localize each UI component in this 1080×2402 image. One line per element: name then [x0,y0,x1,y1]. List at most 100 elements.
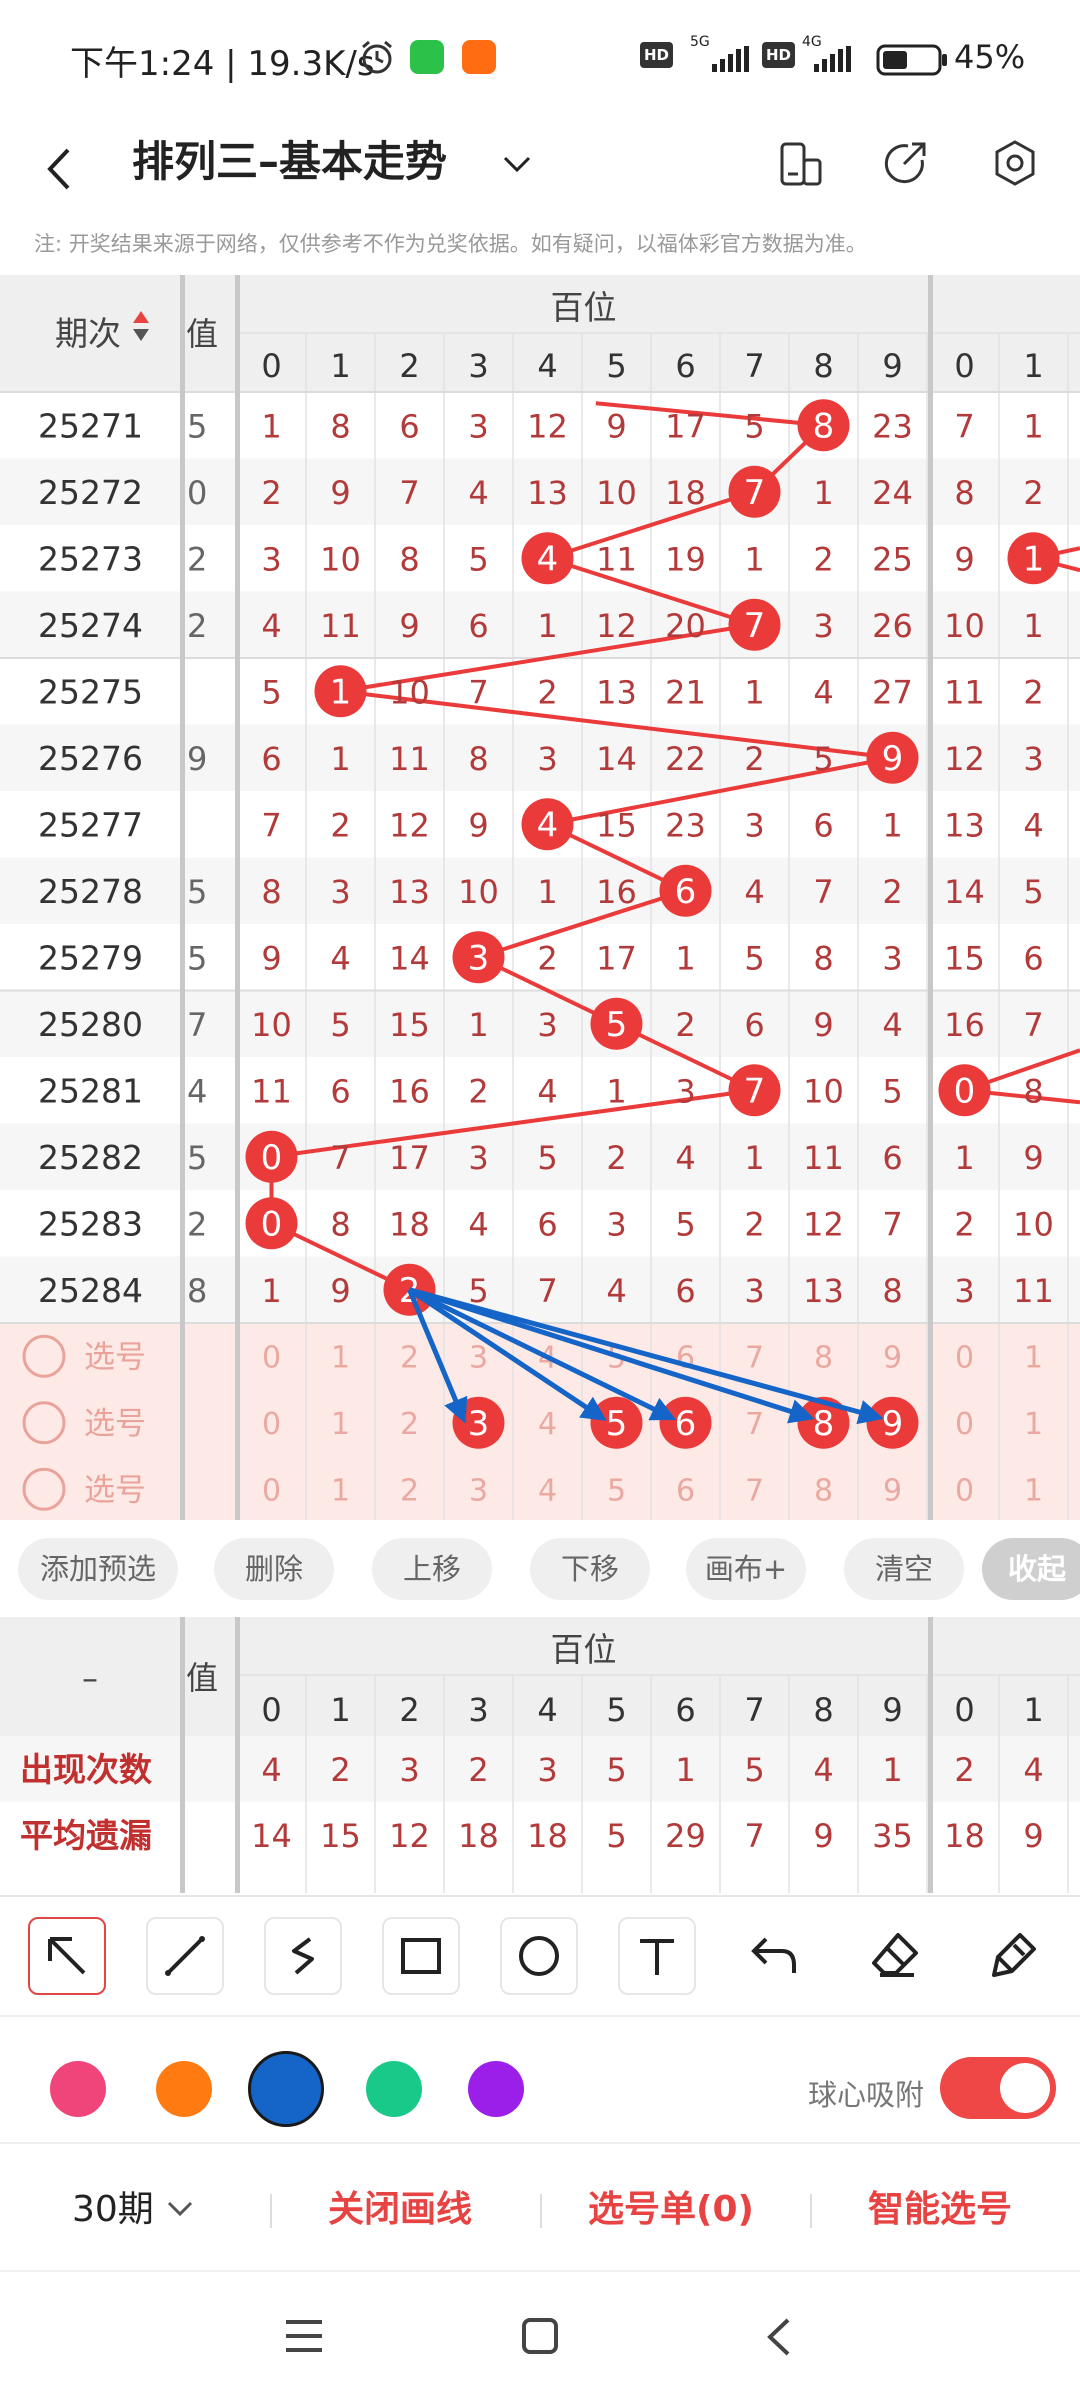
stats-digit-header: 5 [606,1691,626,1729]
menu-icon[interactable] [282,2316,326,2356]
omission-cell: 8 [330,1205,350,1243]
circle-tool-button[interactable] [500,1917,578,1995]
stats-cell: 2 [954,1751,974,1789]
omission-cell: 11 [803,1139,844,1177]
pick-digit[interactable]: 0 [955,1473,974,1508]
pick-digit[interactable]: 0 [262,1407,281,1442]
clear-button[interactable]: 清空 [844,1538,964,1600]
pick-row-label[interactable]: 选号 [84,1339,146,1375]
trend-chart[interactable]: 期次值百位01234567890125271518631291758237125… [0,275,1080,1520]
pick-row-label[interactable]: 选号 [84,1472,146,1508]
omission-cell: 7 [813,873,833,911]
omission-cell: 2 [1023,673,1043,711]
pick-digit[interactable]: 1 [1024,1473,1043,1508]
color-orange[interactable] [156,2061,212,2117]
column-divider [928,1617,933,1893]
smart-pick-button[interactable]: 智能选号 [868,2180,1012,2232]
home-icon[interactable] [520,2316,560,2356]
pick-digit[interactable]: 7 [745,1407,764,1442]
pick-digit[interactable]: 6 [676,1340,695,1375]
pick-digit[interactable]: 3 [469,1340,488,1375]
color-blue-selected[interactable] [248,2051,324,2127]
pick-digit[interactable]: 2 [400,1473,419,1508]
pick-digit[interactable]: 4 [538,1473,557,1508]
color-pink[interactable] [50,2061,106,2117]
pick-digit[interactable]: 6 [676,1473,695,1508]
omission-cell: 9 [606,407,626,445]
pick-digit[interactable]: 4 [538,1407,557,1442]
column-divider [235,275,240,1520]
issue-number: 25277 [38,805,143,844]
value-cell: 2 [187,607,207,645]
settings-icon[interactable] [990,138,1040,188]
pick-digit[interactable]: 9 [883,1473,902,1508]
stats-group-header: 百位 [551,1630,617,1669]
omission-cell: 2 [675,1006,695,1044]
pick-digit[interactable]: 5 [607,1473,626,1508]
period-chevron-icon[interactable] [166,2200,194,2218]
omission-cell: 18 [665,474,706,512]
pick-digit[interactable]: 1 [331,1407,350,1442]
pick-digit[interactable]: 8 [814,1340,833,1375]
omission-cell: 4 [330,939,350,977]
line-tool-icon [162,1933,208,1979]
text-tool-button[interactable] [618,1917,696,1995]
line-tool-button[interactable] [146,1917,224,1995]
pick-digit[interactable]: 2 [400,1407,419,1442]
freehand-tool-button[interactable] [264,1917,342,1995]
snap-toggle[interactable] [940,2057,1056,2119]
pick-digit[interactable]: 3 [469,1473,488,1508]
eraser-icon[interactable] [870,1931,920,1979]
snap-toggle-knob [1000,2063,1050,2113]
pick-digit[interactable]: 0 [955,1407,974,1442]
close-line-button[interactable]: 关闭画线 [328,2180,472,2232]
move-down-button[interactable]: 下移 [530,1538,650,1600]
color-purple[interactable] [468,2061,524,2117]
back-icon[interactable] [44,146,74,192]
pick-digit[interactable]: 0 [262,1340,281,1375]
pick-row-label[interactable]: 选号 [84,1406,146,1442]
pick-digit[interactable]: 0 [262,1473,281,1508]
omission-cell: 4 [468,474,488,512]
move-up-button[interactable]: 上移 [372,1538,492,1600]
hit-ball-number: 4 [537,805,559,845]
omission-cell: 1 [537,873,557,911]
omission-cell: 4 [468,1205,488,1243]
battery-percent: 45% [954,38,1025,76]
delete-button[interactable]: 删除 [214,1538,334,1600]
page-title[interactable]: 排列三–基本走势 [132,128,447,189]
pick-digit[interactable]: 8 [814,1473,833,1508]
collapse-button[interactable]: 收起 [982,1538,1080,1600]
omission-cell: 19 [665,540,706,578]
chevron-down-icon[interactable] [502,154,532,174]
omission-cell: 12 [527,407,568,445]
undo-icon[interactable] [750,1933,800,1979]
color-green[interactable] [366,2061,422,2117]
arrow-tool-button[interactable] [28,1917,106,1995]
canvas-add-button[interactable]: 画布+ [686,1538,806,1600]
stats-digit-header: 4 [537,1691,557,1729]
omission-cell: 2 [261,474,281,512]
wechat-icon [410,40,444,74]
pick-digit[interactable]: 9 [883,1340,902,1375]
pick-digit[interactable]: 0 [955,1340,974,1375]
pick-digit[interactable]: 1 [1024,1340,1043,1375]
issue-number: 25279 [38,938,143,977]
pick-digit[interactable]: 7 [745,1340,764,1375]
pick-digit[interactable]: 2 [400,1340,419,1375]
pick-digit[interactable]: 1 [331,1473,350,1508]
pick-digit[interactable]: 1 [1024,1407,1043,1442]
clear-brush-icon[interactable] [990,1931,1040,1979]
add-preselect-button[interactable]: 添加预选 [18,1538,178,1600]
share-icon[interactable] [880,138,930,188]
period-selector[interactable]: 30期 [72,2180,154,2232]
pick-list-button[interactable]: 选号单(0) [588,2180,754,2232]
omission-cell: 15 [596,806,637,844]
pick-digit[interactable]: 1 [331,1340,350,1375]
pick-digit[interactable]: 7 [745,1473,764,1508]
back-nav-icon[interactable] [764,2316,794,2358]
layout-icon[interactable] [776,140,824,188]
rectangle-tool-icon [398,1933,444,1979]
omission-cell: 6 [744,1006,764,1044]
rectangle-tool-button[interactable] [382,1917,460,1995]
